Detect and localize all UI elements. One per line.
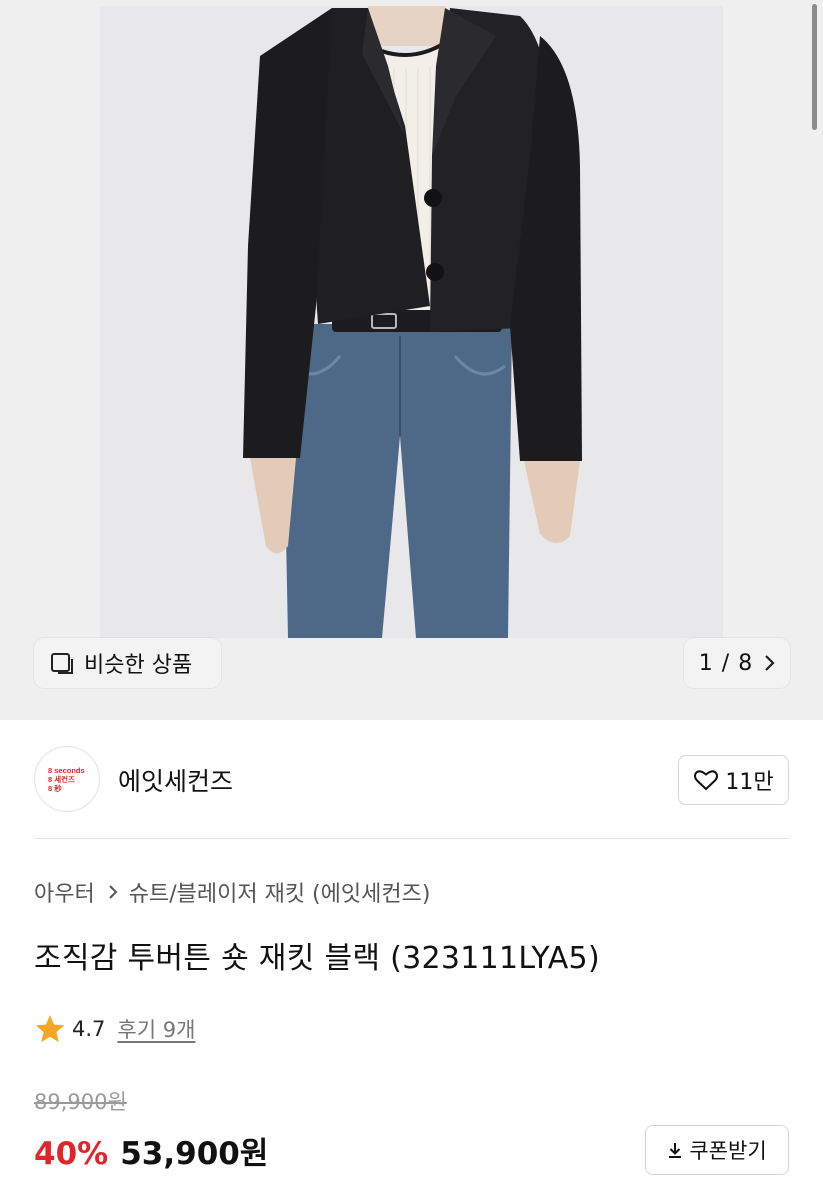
product-title: 조직감 투버튼 숏 재킷 블랙 (323111LYA5) [34,941,600,976]
product-photo[interactable] [100,6,723,638]
discount-rate: 40% [34,1136,109,1172]
like-count: 11만 [725,770,774,795]
rating-value: 4.7 [72,1017,106,1041]
similar-products-icon [51,653,73,674]
divider [34,838,790,839]
coupon-label: 쿠폰받기 [689,1139,767,1163]
price-row: 40% 53,900원 [34,1128,268,1173]
product-image-gallery[interactable]: 비슷한 상품 1 / 8 [0,0,823,720]
coupon-download-button[interactable]: 쿠폰받기 [645,1125,789,1175]
breadcrumb-item-category[interactable]: 아우터 [34,876,95,908]
original-price: 89,900원 [34,1090,127,1114]
brand-logo-line: 8 seconds [48,765,85,775]
model-jacket-illustration [100,6,723,638]
star-icon [35,1015,65,1043]
page-scrollbar[interactable] [812,4,817,130]
like-button[interactable]: 11만 [678,755,789,805]
brand-logo-line: 8 秒 [48,783,62,793]
download-icon [669,1143,682,1158]
breadcrumb: 아우터 슈트/블레이저 재킷 (에잇세컨즈) [34,876,430,908]
similar-products-label: 비슷한 상품 [84,653,193,678]
rating-row: 4.7 후기 9개 [34,1013,195,1045]
breadcrumb-item-subcategory[interactable]: 슈트/블레이저 재킷 (에잇세컨즈) [129,876,431,908]
similar-products-button[interactable]: 비슷한 상품 [34,638,221,688]
chevron-right-icon [765,655,775,671]
image-counter: 1 / 8 [698,650,754,676]
brand-name-link[interactable]: 에잇세컨즈 [118,762,233,798]
heart-icon [694,770,719,791]
image-counter-button[interactable]: 1 / 8 [684,638,790,688]
chevron-right-icon [109,885,118,899]
brand-logo[interactable]: 8 seconds 8 세컨즈 8 秒 [34,746,100,812]
sale-price: 53,900원 [120,1136,269,1172]
review-count-link[interactable]: 후기 9개 [117,1014,195,1044]
brand-logo-line: 8 세컨즈 [48,774,75,784]
